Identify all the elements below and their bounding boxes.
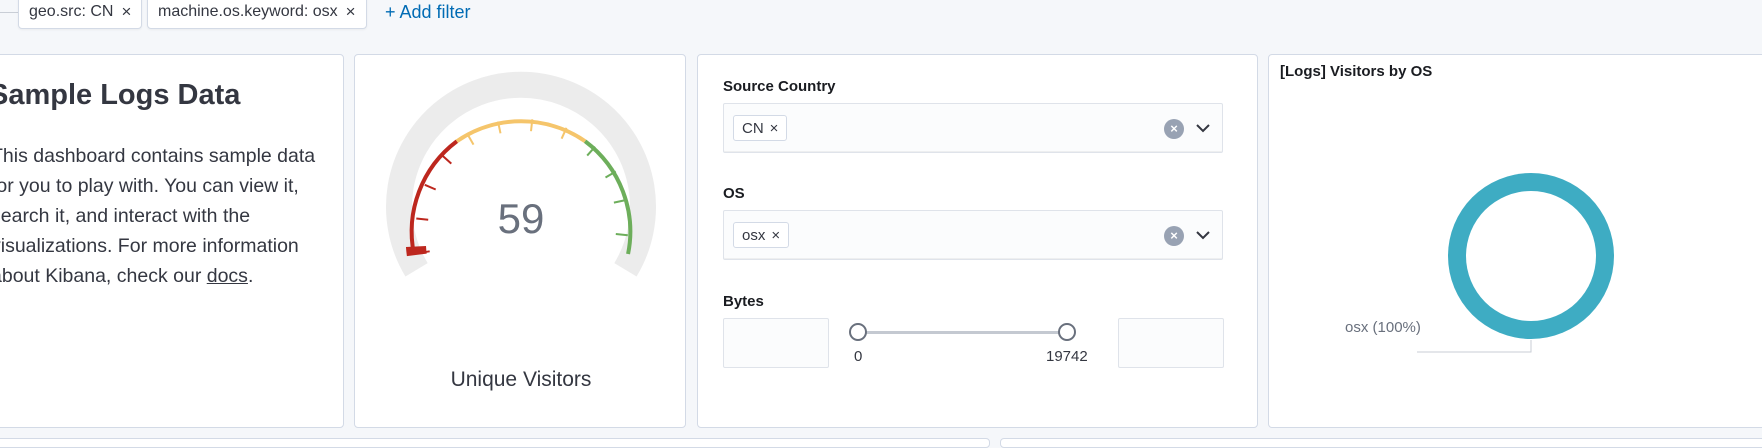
clear-icon[interactable]: × — [1164, 226, 1184, 246]
filter-pill-geo-src[interactable]: geo.src: CN × — [18, 0, 143, 29]
chip-label: osx — [742, 226, 766, 244]
donut-slice-label: osx (100%) — [1345, 319, 1421, 336]
bytes-range-track[interactable] — [858, 331, 1068, 334]
gauge-label: Unique Visitors — [450, 368, 592, 391]
chevron-down-icon[interactable] — [1194, 117, 1212, 139]
remove-chip-icon[interactable]: × — [771, 227, 780, 244]
gauge-panel: 59 Unique Visitors — [354, 54, 686, 428]
selected-chip: CN × — [733, 115, 788, 141]
markdown-panel: Sample Logs Data This dashboard contains… — [0, 54, 344, 428]
filter-pill-label: machine.os.keyword: osx — [158, 2, 338, 20]
filter-bar-divider — [0, 12, 18, 13]
donut-label-leader — [1417, 340, 1532, 353]
docs-link[interactable]: docs — [207, 265, 248, 287]
os-combobox[interactable]: osx × × — [723, 210, 1223, 260]
source-country-label: Source Country — [723, 78, 836, 95]
lower-panel-right — [1000, 438, 1762, 448]
chip-label: CN — [742, 119, 764, 137]
donut-hole — [1466, 191, 1596, 321]
selected-chip: osx × — [733, 222, 790, 248]
markdown-body: This dashboard contains sample data for … — [0, 141, 321, 291]
remove-filter-icon[interactable]: × — [346, 2, 356, 22]
gauge-value: 59 — [497, 195, 545, 242]
chevron-down-icon[interactable] — [1194, 224, 1212, 246]
bytes-min-tick: 0 — [854, 348, 863, 365]
filter-pill-machine-os[interactable]: machine.os.keyword: osx × — [147, 0, 367, 29]
source-country-combobox[interactable]: CN × × — [723, 103, 1223, 153]
bytes-min-thumb[interactable] — [849, 323, 867, 341]
filter-pill-label: geo.src: CN — [29, 2, 114, 20]
markdown-title: Sample Logs Data — [0, 79, 241, 111]
lower-panel-left — [0, 438, 990, 448]
markdown-body-text: This dashboard contains sample data for … — [0, 145, 316, 287]
filter-bar: geo.src: CN × machine.os.keyword: osx × … — [0, 0, 1762, 34]
gauge-value-fill — [405, 246, 427, 257]
bytes-max-input[interactable] — [1118, 318, 1224, 368]
add-filter-button[interactable]: + Add filter — [385, 2, 471, 23]
bytes-max-thumb[interactable] — [1058, 323, 1076, 341]
bytes-max-tick: 19742 — [1046, 348, 1088, 365]
remove-filter-icon[interactable]: × — [121, 2, 131, 22]
os-label: OS — [723, 185, 745, 202]
donut-chart — [1417, 173, 1614, 353]
markdown-body-end: . — [247, 265, 254, 287]
bytes-label: Bytes — [723, 293, 764, 310]
bytes-min-input[interactable] — [723, 318, 829, 368]
input-controls-panel: Source Country CN × × OS osx × × Bytes 0… — [697, 54, 1258, 428]
remove-chip-icon[interactable]: × — [770, 120, 779, 137]
visitors-by-os-panel: [Logs] Visitors by OS osx (100%) — [1268, 54, 1762, 428]
clear-icon[interactable]: × — [1164, 119, 1184, 139]
